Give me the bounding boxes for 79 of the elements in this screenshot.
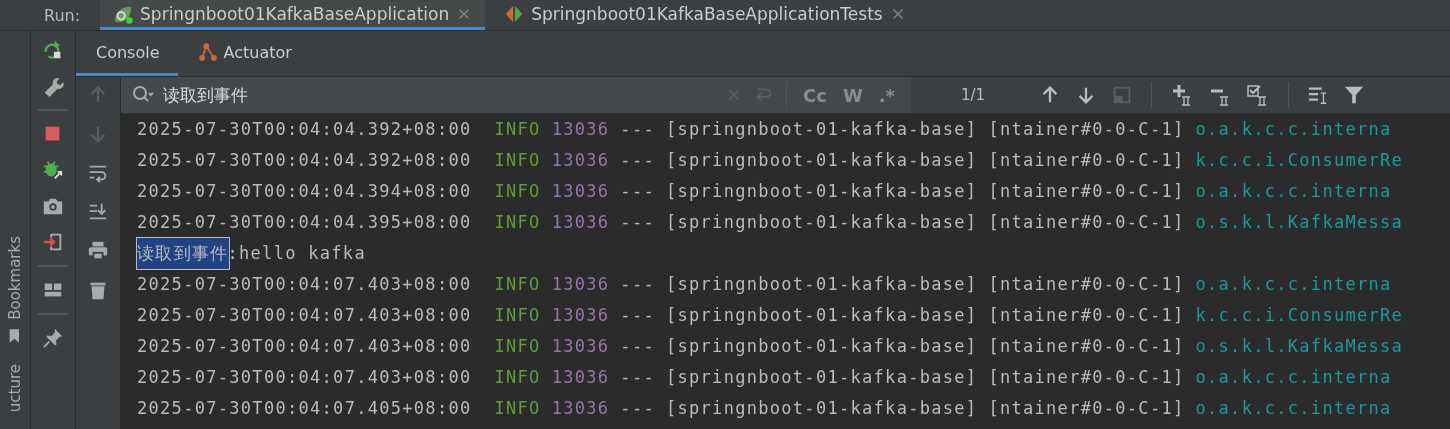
thread-name: [ntainer#0-0-C-1] xyxy=(988,366,1185,389)
process-id: 13036 xyxy=(551,180,610,203)
log-timestamp: 2025-07-30T00:04:07.403+08:00 xyxy=(137,335,472,358)
log-timestamp: 2025-07-30T00:04:07.403+08:00 xyxy=(137,273,472,296)
log-separator: --- xyxy=(620,273,655,296)
run-tab[interactable]: Springnboot01KafkaBaseApplication xyxy=(100,0,486,30)
run-label: Run: xyxy=(43,5,82,25)
log-timestamp: 2025-07-30T00:04:04.394+08:00 xyxy=(137,180,472,203)
log-separator: --- xyxy=(620,149,655,172)
process-id: 13036 xyxy=(551,366,610,389)
log-timestamp: 2025-07-30T00:04:07.403+08:00 xyxy=(137,366,472,389)
log-timestamp: 2025-07-30T00:04:04.392+08:00 xyxy=(137,118,472,141)
logger-name: o.a.k.c.c.interna xyxy=(1195,118,1392,141)
process-id: 13036 xyxy=(551,335,610,358)
logger-name: o.a.k.c.c.interna xyxy=(1195,273,1392,296)
thread-name: [ntainer#0-0-C-1] xyxy=(988,335,1185,358)
log-separator: --- xyxy=(620,366,655,389)
app-name: [springnboot-01-kafka-base] xyxy=(665,118,978,141)
thread-name: [ntainer#0-0-C-1] xyxy=(988,273,1185,296)
log-level: INFO xyxy=(494,304,541,327)
log-level: INFO xyxy=(494,180,541,203)
log-timestamp: 2025-07-30T00:04:04.392+08:00 xyxy=(137,149,472,172)
app-name: [springnboot-01-kafka-base] xyxy=(665,304,978,327)
run-tab[interactable]: Springnboot01KafkaBaseApplicationTests xyxy=(491,0,919,30)
thread-name: [ntainer#0-0-C-1] xyxy=(988,118,1185,141)
print-icon[interactable] xyxy=(87,240,109,262)
log-separator: --- xyxy=(620,335,655,358)
wrench-icon[interactable] xyxy=(42,75,64,97)
logger-name: o.a.k.c.c.interna xyxy=(1195,366,1392,389)
log-separator: --- xyxy=(620,397,655,420)
side-tab[interactable]: ucture xyxy=(6,363,24,413)
log-level: INFO xyxy=(494,397,541,420)
thread-name: [ntainer#0-0-C-1] xyxy=(988,397,1185,420)
search-field[interactable]: 读取到事件 Cc W .* xyxy=(121,77,911,113)
process-id: 13036 xyxy=(551,397,610,420)
log-timestamp: 2025-07-30T00:04:07.403+08:00 xyxy=(137,304,472,327)
process-id: 13036 xyxy=(551,304,610,327)
output-text: :hello kafka xyxy=(227,242,366,265)
app-name: [springnboot-01-kafka-base] xyxy=(665,149,978,172)
log-level: INFO xyxy=(494,118,541,141)
app-name: [springnboot-01-kafka-base] xyxy=(665,335,978,358)
thread-name: [ntainer#0-0-C-1] xyxy=(988,149,1185,172)
pin-icon[interactable] xyxy=(42,327,64,349)
log-timestamp: 2025-07-30T00:04:04.395+08:00 xyxy=(137,211,472,234)
logger-name: o.s.k.l.KafkaMessa xyxy=(1195,335,1404,358)
logger-name: k.c.c.i.ConsumerRe xyxy=(1195,304,1404,327)
log-separator: --- xyxy=(620,180,655,203)
bug-icon[interactable] xyxy=(42,159,64,181)
thread-name: [ntainer#0-0-C-1] xyxy=(988,180,1185,203)
log-timestamp: 2025-07-30T00:04:07.405+08:00 xyxy=(137,397,472,420)
exit-icon[interactable] xyxy=(42,231,64,253)
log-level: INFO xyxy=(494,273,541,296)
process-id: 13036 xyxy=(551,211,610,234)
log-level: INFO xyxy=(494,366,541,389)
log-separator: --- xyxy=(620,118,655,141)
side-tab[interactable]: Bookmarks xyxy=(6,236,24,320)
process-id: 13036 xyxy=(551,118,610,141)
logger-name: o.s.k.l.KafkaMessa xyxy=(1195,211,1404,234)
log-separator: --- xyxy=(620,211,655,234)
log-level: INFO xyxy=(494,149,541,172)
actuator-icon xyxy=(197,42,218,62)
log-level: INFO xyxy=(494,211,541,234)
match-count: 1/1 xyxy=(961,86,986,104)
log-level: INFO xyxy=(494,335,541,358)
process-id: 13036 xyxy=(551,273,610,296)
logger-name: o.a.k.c.c.interna xyxy=(1195,180,1392,203)
process-id: 13036 xyxy=(551,149,610,172)
app-name: [springnboot-01-kafka-base] xyxy=(665,397,978,420)
app-name: [springnboot-01-kafka-base] xyxy=(665,211,978,234)
app-name: [springnboot-01-kafka-base] xyxy=(665,180,978,203)
log-separator: --- xyxy=(620,304,655,327)
thread-name: [ntainer#0-0-C-1] xyxy=(988,211,1185,234)
app-name: [springnboot-01-kafka-base] xyxy=(665,273,978,296)
search-match: 读取到事件 xyxy=(137,238,229,269)
logger-name: o.a.k.c.c.interna xyxy=(1195,397,1392,420)
console-tab[interactable]: Actuator xyxy=(177,31,310,76)
logger-name: k.c.c.i.ConsumerRe xyxy=(1195,149,1404,172)
app-name: [springnboot-01-kafka-base] xyxy=(665,366,978,389)
thread-name: [ntainer#0-0-C-1] xyxy=(988,304,1185,327)
